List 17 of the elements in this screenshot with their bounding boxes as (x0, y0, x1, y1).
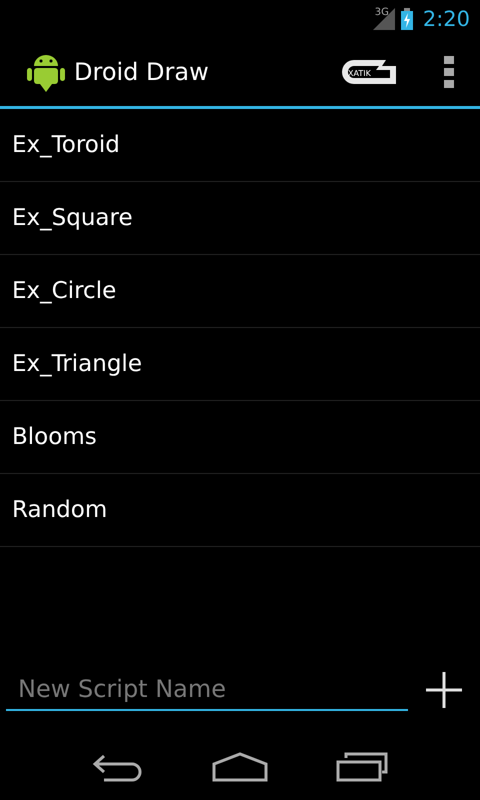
recent-apps-icon[interactable] (336, 752, 388, 782)
back-icon[interactable] (92, 752, 144, 782)
battery-icon (400, 8, 413, 30)
script-item[interactable]: Ex_Circle (0, 255, 480, 328)
script-item[interactable]: Blooms (0, 401, 480, 474)
plus-icon (426, 672, 462, 708)
script-name-field[interactable]: New Script Name (6, 669, 408, 711)
overflow-menu-icon[interactable] (444, 56, 454, 88)
signal-icon (372, 8, 395, 30)
script-item[interactable]: Ex_Triangle (0, 328, 480, 401)
network-type: 3G (374, 7, 389, 18)
script-item[interactable]: Random (0, 474, 480, 547)
home-icon[interactable] (212, 752, 268, 782)
script-item[interactable]: Ex_Square (0, 182, 480, 255)
app-title: Droid Draw (74, 58, 210, 86)
script-item[interactable]: Ex_Toroid (0, 109, 480, 182)
clock-time: 2:20 (422, 7, 470, 31)
